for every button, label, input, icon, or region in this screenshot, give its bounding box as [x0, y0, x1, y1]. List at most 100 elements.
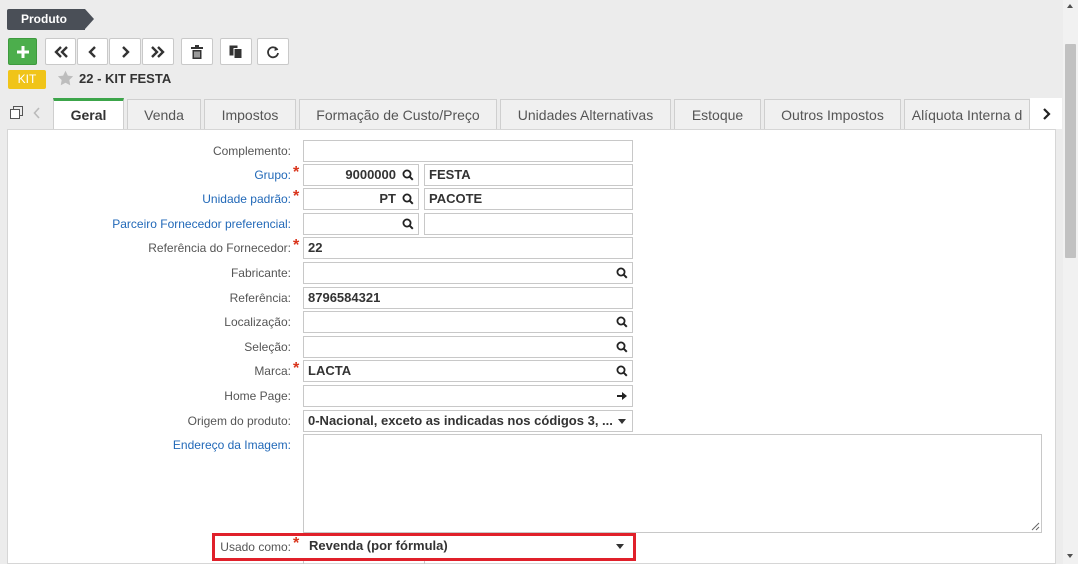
localizacao-label: Localização: [224, 315, 291, 329]
duplicate-button[interactable] [220, 38, 252, 65]
required-marker: * [293, 360, 300, 377]
required-marker: * [293, 188, 300, 205]
chevron-right-icon [1042, 107, 1051, 120]
row-referencia: Referência: [8, 287, 291, 309]
selecao-label: Seleção: [244, 340, 291, 354]
grupo-code-field[interactable]: 9000000 [303, 164, 419, 186]
search-icon[interactable] [616, 365, 628, 377]
unidade-desc-field[interactable]: PACOTE [424, 188, 633, 210]
row-complemento: Complemento: [8, 140, 291, 162]
parceiro-label[interactable]: Parceiro Fornecedor preferencial: [112, 217, 291, 231]
tab-scroll-right[interactable] [1030, 98, 1062, 129]
tab-venda[interactable]: Venda [127, 99, 201, 129]
ref-fornecedor-label: Referência do Fornecedor: [148, 241, 291, 255]
breadcrumb-arrow [85, 9, 94, 29]
tab-impostos[interactable]: Impostos [204, 99, 296, 129]
home-page-field[interactable] [303, 385, 633, 407]
scroll-down-arrow-icon[interactable] [1067, 554, 1073, 558]
row-unidade: Unidade padrão: [8, 188, 291, 210]
page-title: 22 - KIT FESTA [79, 71, 172, 86]
search-icon[interactable] [402, 193, 414, 205]
tab-aliquota-interna[interactable]: Alíquota Interna d [904, 99, 1030, 129]
copy-icon [229, 45, 243, 59]
first-record-button[interactable] [45, 38, 76, 65]
row-parceiro: Parceiro Fornecedor preferencial: [8, 213, 291, 235]
ref-fornecedor-field[interactable]: 22 [303, 237, 633, 259]
tab-scroll-left-icon[interactable] [33, 106, 41, 120]
required-marker: * [293, 164, 300, 181]
copy-tabs-icon[interactable] [10, 106, 24, 120]
delete-button[interactable] [181, 38, 213, 65]
search-icon[interactable] [616, 267, 628, 279]
complemento-label: Complemento: [212, 144, 291, 158]
next-record-button[interactable] [109, 38, 141, 65]
row-ref-fornecedor: Referência do Fornecedor: [8, 237, 291, 259]
breadcrumb-label: Produto [7, 9, 85, 30]
double-chevron-left-icon [53, 45, 68, 58]
type-badge: KIT [8, 70, 46, 89]
row-endereco-imagem: Endereço da Imagem: [8, 434, 291, 456]
parceiro-code-field[interactable] [303, 213, 419, 235]
selecao-field[interactable] [303, 336, 633, 358]
origem-select[interactable]: 0-Nacional, exceto as indicadas nos códi… [303, 410, 633, 432]
tab-geral[interactable]: Geral [53, 98, 124, 129]
complemento-field[interactable] [303, 140, 633, 162]
plus-icon [16, 45, 29, 58]
tab-outros-impostos[interactable]: Outros Impostos [764, 99, 901, 129]
row-fabricante: Fabricante: [8, 262, 291, 284]
chevron-left-icon [87, 45, 96, 58]
refresh-button[interactable] [257, 38, 289, 65]
search-icon[interactable] [616, 316, 628, 328]
endereco-imagem-label[interactable]: Endereço da Imagem: [173, 438, 291, 452]
search-icon[interactable] [402, 218, 414, 230]
row-home-page: Home Page: [8, 385, 291, 407]
endereco-imagem-textarea[interactable] [303, 434, 1042, 533]
required-marker: * [293, 237, 300, 254]
star-icon[interactable] [57, 70, 74, 86]
parceiro-desc-field[interactable] [424, 213, 633, 235]
tab-bar: Geral Venda Impostos Formação de Custo/P… [0, 98, 1062, 129]
breadcrumb[interactable]: Produto [7, 9, 94, 30]
row-localizacao: Localização: [8, 311, 291, 333]
tab-formacao-custo[interactable]: Formação de Custo/Preço [299, 99, 497, 129]
origem-label: Origem do produto: [187, 414, 291, 428]
resize-handle-icon[interactable] [1031, 522, 1040, 531]
row-marca: Marca: [8, 360, 291, 382]
scroll-up-arrow-icon[interactable] [1067, 4, 1073, 8]
previous-record-button[interactable] [77, 38, 108, 65]
unidade-code: PT [379, 191, 396, 206]
grupo-code: 9000000 [345, 167, 396, 182]
row-grupo: Grupo: [8, 164, 291, 186]
row-selecao: Seleção: [8, 336, 291, 358]
marca-value: LACTA [308, 363, 352, 378]
chevron-right-icon [122, 45, 130, 58]
search-icon[interactable] [616, 341, 628, 353]
unidade-label[interactable]: Unidade padrão: [202, 192, 291, 206]
double-chevron-right-icon [151, 45, 165, 58]
referencia-label: Referência: [229, 291, 291, 305]
tab-estoque[interactable]: Estoque [674, 99, 761, 129]
localizacao-field[interactable] [303, 311, 633, 333]
search-icon[interactable] [402, 169, 414, 181]
referencia-field[interactable]: 8796584321 [303, 287, 633, 309]
arrow-right-icon[interactable] [616, 390, 628, 402]
origem-value: 0-Nacional, exceto as indicadas nos códi… [308, 413, 613, 428]
trash-icon [191, 44, 203, 59]
add-button[interactable] [8, 38, 37, 65]
grupo-label[interactable]: Grupo: [254, 168, 291, 182]
scrollbar-thumb[interactable] [1065, 44, 1076, 258]
fabricante-field[interactable] [303, 262, 633, 284]
row-origem: Origem do produto: [8, 410, 291, 432]
marca-label: Marca: [254, 364, 291, 378]
vertical-scrollbar[interactable] [1063, 0, 1078, 564]
form-panel: Complemento: Grupo: * 9000000 FESTA Unid… [7, 129, 1056, 564]
highlight-box [212, 533, 636, 561]
home-page-label: Home Page: [224, 389, 291, 403]
tab-unidades-alternativas[interactable]: Unidades Alternativas [500, 99, 671, 129]
grupo-desc-field[interactable]: FESTA [424, 164, 633, 186]
refresh-icon [267, 45, 279, 58]
marca-field[interactable]: LACTA [303, 360, 633, 382]
fabricante-label: Fabricante: [230, 266, 291, 280]
last-record-button[interactable] [142, 38, 174, 65]
unidade-code-field[interactable]: PT [303, 188, 419, 210]
